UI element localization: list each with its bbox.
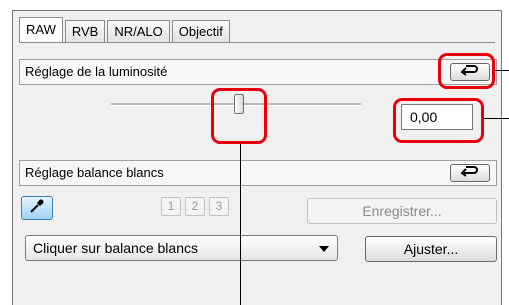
eyedropper-button[interactable] — [21, 196, 53, 220]
tab-objectif[interactable]: Objectif — [171, 20, 230, 42]
brightness-title: Réglage de la luminosité — [25, 64, 168, 79]
tab-raw[interactable]: RAW — [19, 17, 63, 43]
undo-arrow-icon — [460, 164, 480, 182]
tab-nr-alo[interactable]: NR/ALO — [107, 20, 170, 42]
save-white-balance-button[interactable]: Enregistrer... — [307, 198, 497, 224]
wb-preset-3-button[interactable]: 3 — [209, 197, 229, 216]
white-balance-reset-button[interactable] — [450, 164, 490, 182]
white-balance-select[interactable]: Cliquer sur balance blancs — [25, 235, 338, 261]
white-balance-section-header: Réglage balance blancs — [19, 160, 497, 186]
adjust-button[interactable]: Ajuster... — [365, 236, 497, 262]
callout-line-reset — [495, 70, 509, 71]
brightness-reset-button[interactable] — [450, 63, 490, 81]
wb-preset-2-button[interactable]: 2 — [185, 197, 205, 216]
eyedropper-icon — [29, 198, 45, 219]
wb-preset-1-button[interactable]: 1 — [161, 197, 181, 216]
undo-arrow-icon — [460, 63, 480, 81]
tab-bar: RAW RVB NR/ALO Objectif — [19, 17, 232, 43]
white-balance-select-value: Cliquer sur balance blancs — [33, 240, 198, 256]
callout-line-value — [484, 118, 509, 119]
brightness-slider-thumb[interactable] — [234, 94, 244, 114]
white-balance-title: Réglage balance blancs — [25, 165, 164, 180]
tab-divider — [19, 42, 495, 43]
chevron-down-icon — [319, 246, 329, 252]
brightness-section-header: Réglage de la luminosité — [19, 59, 497, 85]
brightness-value-field[interactable]: 0,00 — [401, 104, 473, 130]
tab-rvb[interactable]: RVB — [64, 20, 106, 42]
raw-adjust-panel: RAW RVB NR/ALO Objectif Réglage de la lu… — [12, 10, 502, 305]
callout-line-slider — [240, 144, 241, 305]
